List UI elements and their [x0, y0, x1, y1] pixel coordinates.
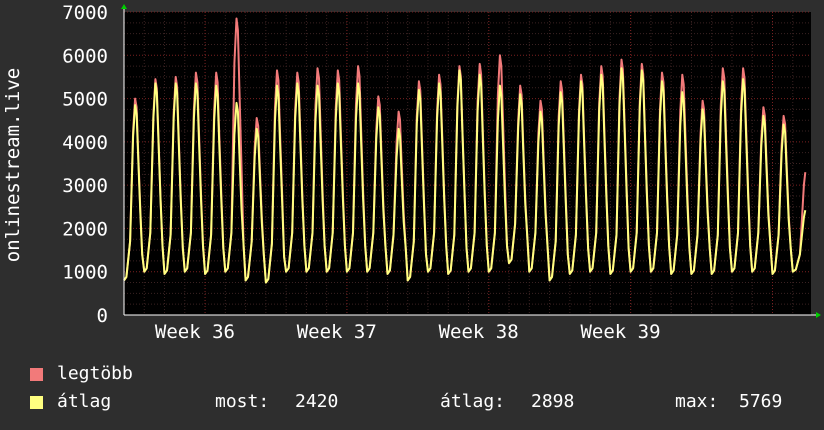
legend-label-avg: átlag: [57, 391, 112, 412]
stat-now-value: 2420: [295, 391, 339, 412]
x-tick-labels: Week 36 Week 37 Week 38 Week 39: [155, 321, 661, 343]
stat-max-value: 5769: [739, 391, 783, 412]
x-tick-label: Week 39: [580, 321, 660, 343]
legend-item-avg: átlag: [30, 391, 111, 413]
stat-avg-label: átlag:: [440, 391, 506, 412]
y-tick-label: 3000: [62, 175, 108, 197]
x-tick-label: Week 37: [297, 321, 377, 343]
y-tick-label: 7000: [62, 2, 108, 24]
legend-swatch-max: [30, 367, 43, 381]
x-tick-label: Week 38: [439, 321, 519, 343]
y-tick-label: 6000: [62, 45, 108, 67]
y-axis-arrow: [121, 4, 127, 9]
legend-item-max: legtöbb: [30, 363, 133, 385]
stat-max-label: max:: [675, 391, 719, 412]
y-tick-label: 5000: [62, 89, 108, 111]
y-tick-label: 0: [97, 305, 108, 327]
legend-swatch-avg: [30, 395, 43, 409]
stat-now-label: most:: [215, 391, 270, 412]
y-tick-label: 2000: [62, 218, 108, 240]
y-tick-label: 4000: [62, 132, 108, 154]
y-tick-labels: 0 1000 2000 3000 4000 5000 6000 7000: [62, 2, 108, 327]
x-tick-label: Week 36: [155, 321, 235, 343]
legend-label-max: legtöbb: [57, 363, 133, 384]
y-axis-label: onlinestream.live: [2, 68, 24, 262]
x-axis-arrow: [816, 312, 821, 318]
y-tick-label: 1000: [62, 262, 108, 284]
stat-avg-value: 2898: [531, 391, 575, 412]
